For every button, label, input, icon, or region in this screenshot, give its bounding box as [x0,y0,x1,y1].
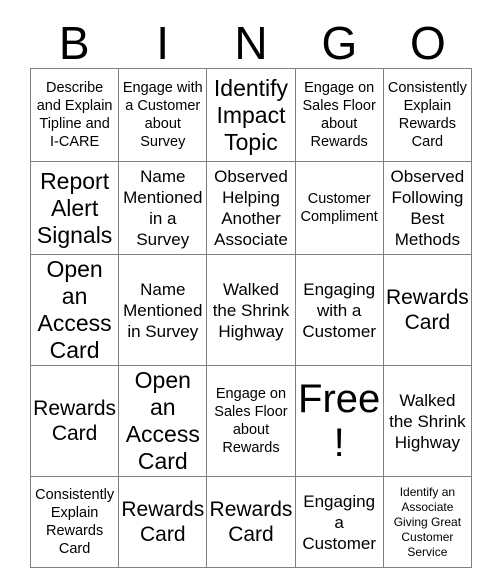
bingo-cell-text: Identify an Associate Giving Great Custo… [393,484,462,559]
bingo-header-letter-g: G [321,17,358,69]
bingo-header-letter-b: B [58,17,90,69]
bingo-cell-text: Rewards Card [33,397,117,445]
bingo-cell[interactable]: Engaging a Customer [294,476,384,568]
bingo-cell[interactable]: Walked the Shrink Highway [206,254,296,366]
bingo-cell[interactable]: Open an Access Card [29,254,120,366]
bingo-cell[interactable]: Rewards Card [29,365,120,477]
bingo-cell-text: Report Alert Signals [36,167,113,248]
bingo-cell[interactable]: Engage on Sales Floor about Rewards [294,68,384,162]
bingo-cell[interactable]: Name Mentioned in a Survey [118,161,208,255]
bingo-row: Consistently Explain Rewards Card Reward… [29,476,473,568]
bingo-cell[interactable]: Report Alert Signals [29,161,120,255]
bingo-row: Open an Access Card Name Mentioned in Su… [29,254,473,366]
bingo-cell[interactable]: Engage with a Customer about Survey [118,68,208,162]
bingo-cell-text: Engage on Sales Floor about Rewards [214,386,288,456]
bingo-cell-text: Open an Access Card [125,367,200,474]
bingo-cell-text: Rewards Card [121,498,205,546]
bingo-cell[interactable]: Open an Access Card [118,365,208,477]
bingo-cell[interactable]: Engaging with a Customer [294,254,384,366]
bingo-cell-text: Open an Access Card [37,256,112,363]
bingo-cell[interactable]: Consistently Explain Rewards Card [382,68,473,162]
bingo-cell-free[interactable]: Free! [294,365,384,477]
bingo-cell-text: Identify Impact Topic [213,74,289,155]
bingo-header-row: B I N G O [30,12,472,68]
bingo-card-page: B I N G O Describe and Explain Tipline a… [0,0,500,568]
bingo-cell-text: Consistently Explain Rewards Card [35,487,115,557]
bingo-cell[interactable]: Name Mentioned in Survey [118,254,208,366]
bingo-cell-text: Engaging a Customer [302,491,376,553]
bingo-cell-text: Rewards Card [209,498,293,546]
bingo-cell[interactable]: Observed Helping Another Associate [206,161,296,255]
bingo-cell[interactable]: Walked the Shrink Highway [382,365,473,477]
bingo-cell[interactable]: Rewards Card [382,254,473,366]
bingo-cell[interactable]: Consistently Explain Rewards Card [29,476,120,568]
bingo-cell-text: Name Mentioned in Survey [123,279,203,341]
bingo-cell-text: Describe and Explain Tipline and I-CARE [36,80,113,150]
bingo-row: Report Alert Signals Name Mentioned in a… [29,161,473,255]
bingo-cell-text: Customer Compliment [300,191,378,225]
bingo-header-letter-i: I [156,17,169,69]
bingo-cell-text: Observed Following Best Methods [390,167,465,249]
bingo-cell[interactable]: Rewards Card [206,476,296,568]
bingo-cell[interactable]: Customer Compliment [294,161,384,255]
bingo-cell-text: Free! [298,377,381,465]
bingo-cell[interactable]: Engage on Sales Floor about Rewards [206,365,296,477]
bingo-header-letter-n: N [234,17,268,69]
bingo-row: Describe and Explain Tipline and I-CARE … [29,68,473,162]
bingo-header-letter-o: O [409,17,446,69]
bingo-cell[interactable]: Describe and Explain Tipline and I-CARE [29,68,120,162]
bingo-cell-text: Name Mentioned in a Survey [123,167,203,249]
bingo-cell-text: Engage on Sales Floor about Rewards [302,80,376,150]
bingo-cell[interactable]: Observed Following Best Methods [382,161,473,255]
bingo-grid: Describe and Explain Tipline and I-CARE … [29,68,473,568]
bingo-cell[interactable]: Identify an Associate Giving Great Custo… [382,476,473,568]
bingo-cell-text: Engaging with a Customer [302,279,376,341]
bingo-row: Rewards Card Open an Access Card Engage … [29,365,473,477]
bingo-cell-text: Walked the Shrink Highway [389,390,466,452]
bingo-cell-text: Consistently Explain Rewards Card [387,80,467,150]
bingo-cell-text: Engage with a Customer about Survey [122,80,203,150]
bingo-cell[interactable]: Rewards Card [118,476,208,568]
bingo-cell[interactable]: Identify Impact Topic [206,68,296,162]
bingo-cell-text: Rewards Card [385,286,469,334]
bingo-cell-text: Walked the Shrink Highway [212,279,290,341]
bingo-cell-text: Observed Helping Another Associate [214,167,288,249]
